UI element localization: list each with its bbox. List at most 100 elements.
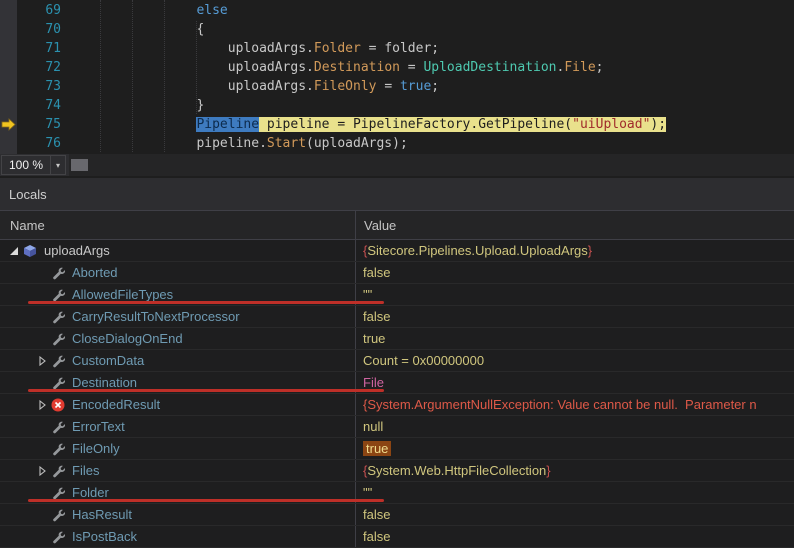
variable-value[interactable]: false (355, 306, 794, 327)
name-cell[interactable]: IsPostBack (0, 526, 355, 547)
code-token: . (306, 41, 314, 56)
locals-row[interactable]: HasResult false (0, 504, 794, 526)
locals-row[interactable]: CustomData Count = 0x00000000 (0, 350, 794, 372)
code-line[interactable]: 74} (0, 96, 794, 115)
name-cell[interactable]: FileOnly (0, 438, 355, 459)
code-token: = (399, 60, 424, 75)
locals-row[interactable]: EncodedResult {System.ArgumentNullExcepti… (0, 394, 794, 416)
expand-toggle-icon[interactable] (34, 397, 50, 413)
variable-name: Aborted (72, 265, 118, 280)
collapse-toggle-icon[interactable] (6, 243, 22, 259)
locals-row[interactable]: FileOnly true (0, 438, 794, 460)
locals-row[interactable]: Destination File (0, 372, 794, 394)
variable-value[interactable]: null (355, 416, 794, 437)
code-line[interactable]: 73 uploadArgs.FileOnly = true; (0, 77, 794, 96)
code-text: uploadArgs.Folder = folder; (75, 39, 439, 58)
variable-value[interactable]: Count = 0x00000000 (355, 350, 794, 371)
zoom-control[interactable]: 100 % ▾ (1, 155, 67, 175)
code-token: Destination (313, 60, 400, 75)
line-number[interactable]: 71 (17, 39, 75, 58)
expander-slot (34, 507, 50, 523)
object-cube-icon (22, 243, 38, 259)
code-line[interactable]: 75 Pipeline pipeline = PipelineFactory.Ge… (0, 115, 794, 134)
code-line[interactable]: 70 { (0, 20, 794, 39)
exception-error-icon (50, 397, 66, 413)
expand-toggle-icon[interactable] (34, 353, 50, 369)
column-header-name[interactable]: Name (0, 211, 355, 239)
code-text: { (75, 20, 204, 39)
locals-row[interactable]: Files {System.Web.HttpFileCollection} (0, 460, 794, 482)
variable-value[interactable]: "" (355, 482, 794, 503)
line-number[interactable]: 74 (17, 96, 75, 115)
line-number[interactable]: 73 (17, 77, 75, 96)
name-cell[interactable]: CustomData (0, 350, 355, 371)
locals-row[interactable]: CarryResultToNextProcessor false (0, 306, 794, 328)
value-token: {System.ArgumentNullException: Value can… (363, 397, 757, 412)
horizontal-scrollbar[interactable] (69, 154, 794, 176)
code-token: uploadArgs (227, 60, 307, 75)
scrollbar-thumb[interactable] (71, 159, 89, 171)
line-number[interactable]: 70 (17, 20, 75, 39)
name-cell[interactable]: Aborted (0, 262, 355, 283)
expander-slot (34, 419, 50, 435)
name-cell[interactable]: Files (0, 460, 355, 481)
value-token: System.Web.HttpFileCollection (367, 463, 547, 478)
code-token: uploadArgs (227, 79, 307, 94)
locals-row[interactable]: uploadArgs {Sitecore.Pipelines.Upload.Upl… (0, 240, 794, 262)
line-number[interactable]: 72 (17, 58, 75, 77)
variable-value[interactable]: {Sitecore.Pipelines.Upload.UploadArgs} (355, 240, 794, 261)
locals-row[interactable]: CloseDialogOnEnd true (0, 328, 794, 350)
code-token: FileOnly (313, 79, 377, 94)
zoom-dropdown-arrow-icon[interactable]: ▾ (50, 156, 65, 174)
locals-row[interactable]: IsPostBack false (0, 526, 794, 548)
code-token: true (399, 79, 432, 94)
value-token: "" (363, 287, 373, 302)
variable-value[interactable]: true (355, 438, 794, 459)
locals-rows: uploadArgs {Sitecore.Pipelines.Upload.Upl… (0, 240, 794, 548)
variable-value[interactable]: false (355, 504, 794, 525)
variable-value[interactable]: "" (355, 284, 794, 305)
name-cell[interactable]: ErrorText (0, 416, 355, 437)
variable-value[interactable]: false (355, 262, 794, 283)
expand-toggle-icon[interactable] (34, 463, 50, 479)
name-cell[interactable]: CloseDialogOnEnd (0, 328, 355, 349)
breakpoint-margin[interactable] (0, 0, 17, 154)
column-header-value[interactable]: Value (355, 211, 794, 239)
code-editor[interactable]: 69 else 70{71 uploadArgs.Folder = folder; 72… (0, 0, 794, 154)
code-line[interactable]: 71 uploadArgs.Folder = folder; (0, 39, 794, 58)
locals-row[interactable]: ErrorText null (0, 416, 794, 438)
line-number[interactable]: 76 (17, 134, 75, 153)
locals-row[interactable]: Aborted false (0, 262, 794, 284)
name-cell[interactable]: uploadArgs (0, 240, 355, 261)
locals-row[interactable]: Folder "" (0, 482, 794, 504)
code-line[interactable]: 72 uploadArgs.Destination = UploadDestina… (0, 58, 794, 77)
line-number[interactable]: 69 (17, 1, 75, 20)
code-text: else (75, 1, 227, 20)
name-cell[interactable]: CarryResultToNextProcessor (0, 306, 355, 327)
code-token: = (376, 79, 400, 94)
code-line[interactable]: 69 else (0, 1, 794, 20)
code-token: uploadArgs (313, 136, 393, 151)
code-token: ; (595, 60, 604, 75)
variable-value[interactable]: File (355, 372, 794, 393)
code-token: "uiUpload" (572, 117, 651, 132)
variable-name: Folder (72, 485, 109, 500)
name-cell[interactable]: EncodedResult (0, 394, 355, 415)
line-number[interactable]: 75 (17, 115, 75, 134)
variable-value[interactable]: {System.Web.HttpFileCollection} (355, 460, 794, 481)
code-token: Folder (313, 41, 361, 56)
value-token: File (363, 375, 384, 390)
variable-name: HasResult (72, 507, 132, 522)
variable-value[interactable]: false (355, 526, 794, 547)
locals-row[interactable]: AllowedFileTypes "" (0, 284, 794, 306)
code-line[interactable]: 76 pipeline.Start(uploadArgs); (0, 134, 794, 153)
name-cell[interactable]: HasResult (0, 504, 355, 525)
annotation-underline (28, 301, 384, 304)
variable-value[interactable]: true (355, 328, 794, 349)
variable-value[interactable]: {System.ArgumentNullException: Value can… (355, 394, 794, 415)
code-token: uploadArgs (227, 41, 307, 56)
